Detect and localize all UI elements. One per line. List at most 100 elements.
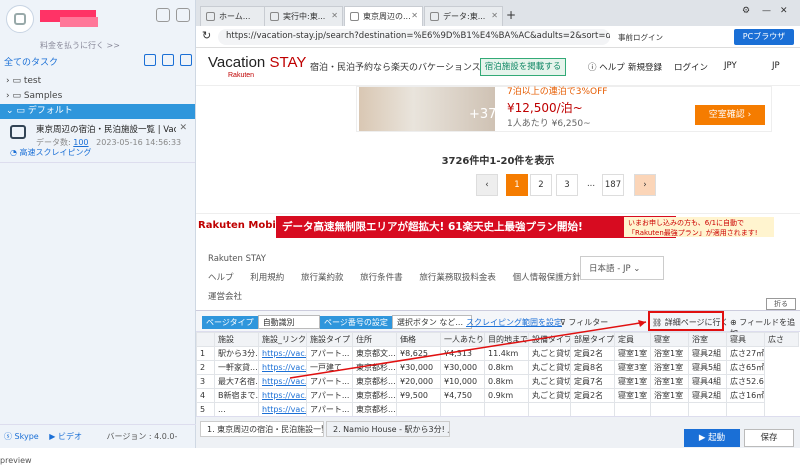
table-row[interactable]: 1駅から3分...https://vac...アパート...東京都文...¥8,… bbox=[196, 346, 799, 361]
page-tab-1[interactable]: 1. 東京周辺の宿泊・民泊施設一覧... bbox=[200, 421, 324, 437]
page-type-select[interactable]: ページタイプ 自動識別 bbox=[202, 315, 320, 329]
highlight-box bbox=[648, 311, 724, 331]
col-header[interactable]: 設備タイプ bbox=[528, 332, 571, 347]
tab-tokyo[interactable]: 東京周辺の... ✕ bbox=[344, 6, 423, 26]
next-page-button[interactable]: › bbox=[634, 174, 656, 196]
close-icon[interactable]: ✕ bbox=[411, 11, 418, 20]
table-cell: https://vac... bbox=[258, 374, 307, 389]
footer-link-help[interactable]: ヘルプ bbox=[208, 273, 234, 283]
table-cell bbox=[528, 402, 571, 416]
login-link[interactable]: ログイン bbox=[674, 61, 708, 73]
page-tab-2[interactable]: 2. Namio House - 駅から3分! 上... bbox=[326, 421, 450, 437]
col-header[interactable] bbox=[196, 332, 215, 347]
currency-select[interactable]: JPY bbox=[724, 61, 737, 71]
table-cell: 広さ52.64㎡ bbox=[726, 374, 765, 389]
settings-icon[interactable]: ⚙ bbox=[742, 6, 750, 16]
col-header[interactable]: 施設_リンク bbox=[258, 332, 307, 347]
price: ¥12,500/泊~ bbox=[507, 101, 583, 115]
scrape-range-link[interactable]: スクレイピング範囲を設定 bbox=[466, 317, 562, 328]
pc-browser-button[interactable]: PCブラウザ bbox=[734, 29, 794, 45]
help-link[interactable]: ⓘ ヘルプ bbox=[588, 61, 625, 73]
signup-link[interactable]: 新規登録 bbox=[628, 61, 662, 73]
redacted-username-part bbox=[60, 17, 98, 27]
page-number-select[interactable]: ページ番号の設定 選択ボタン など... bbox=[320, 315, 472, 329]
listing-card[interactable]: +37 7泊以上の連泊で3%OFF ¥12,500/泊~ 1人あたり ¥6,25… bbox=[356, 86, 772, 132]
listing-photo[interactable]: +37 bbox=[359, 87, 496, 131]
table-row[interactable]: 4B新宿まで...https://vac...アパート...東京都杉...¥9,… bbox=[196, 388, 799, 403]
footer-link-conditions[interactable]: 旅行条件書 bbox=[360, 273, 403, 283]
col-header[interactable]: 施設 bbox=[214, 332, 259, 347]
run-button[interactable]: ▶ 起動 bbox=[684, 429, 740, 447]
filter-button[interactable]: ⊽ フィルター bbox=[560, 317, 608, 328]
close-window-icon[interactable]: ✕ bbox=[780, 6, 788, 16]
table-cell bbox=[688, 402, 727, 416]
tab-running[interactable]: 実行中:東... ✕ bbox=[264, 6, 343, 26]
promo-banner[interactable]: Rakuten Mobile データ高速無制限エリアが超拡大! 61楽天史上最強… bbox=[196, 213, 800, 239]
table-cell: https://vac... bbox=[258, 402, 307, 416]
reload-icon[interactable]: ↻ bbox=[202, 29, 211, 42]
video-link[interactable]: ▶ ビデオ bbox=[49, 432, 82, 441]
skype-link[interactable]: ⓢ Skype bbox=[4, 432, 39, 441]
footer-language-select[interactable]: 日本語 - JP ⌄ bbox=[580, 256, 664, 280]
all-tasks-label[interactable]: 全てのタスク bbox=[4, 55, 58, 68]
upgrade-link[interactable]: 料金を払うに行く >> bbox=[40, 40, 120, 51]
col-header[interactable]: 定員 bbox=[614, 332, 651, 347]
table-cell: 定員2名 bbox=[570, 346, 615, 361]
page-1[interactable]: 1 bbox=[506, 174, 528, 196]
col-header[interactable]: 部屋タイプ bbox=[570, 332, 615, 347]
table-cell: ¥9,500 bbox=[396, 388, 441, 403]
new-folder-icon[interactable] bbox=[180, 54, 192, 66]
table-row[interactable]: 2一軒家貸...https://vac...一戸建て東京都杉...¥30,000… bbox=[196, 360, 799, 375]
check-availability-button[interactable]: 空室確認 › bbox=[695, 105, 765, 125]
table-row[interactable]: 3最大7名宿...https://vac...アパート...東京都杉...¥20… bbox=[196, 374, 799, 389]
save-button[interactable]: 保存 bbox=[744, 429, 794, 447]
table-cell: 寝室1室 bbox=[614, 374, 651, 389]
col-header[interactable]: 浴室 bbox=[688, 332, 727, 347]
table-cell: 一戸建て bbox=[306, 360, 353, 375]
close-icon[interactable]: ✕ bbox=[491, 11, 498, 20]
menu-icon[interactable] bbox=[176, 8, 190, 22]
page-2[interactable]: 2 bbox=[530, 174, 552, 196]
pre-login-button[interactable]: 事前ログイン bbox=[618, 32, 663, 43]
task-item[interactable]: 東京周辺の宿泊・民泊施設一覧 | Vacation データ数: 100 2023… bbox=[0, 119, 195, 163]
settings-icon[interactable] bbox=[156, 8, 170, 22]
close-icon[interactable]: ✕ bbox=[331, 11, 338, 20]
table-cell: 東京都杉... bbox=[352, 388, 397, 403]
fold-button[interactable]: 折る bbox=[766, 298, 796, 310]
col-header[interactable]: 施設タイプ bbox=[306, 332, 353, 347]
site-logo[interactable]: Vacation STAY Rakuten bbox=[208, 54, 306, 79]
close-icon[interactable]: ✕ bbox=[179, 123, 187, 133]
footer-link-fees[interactable]: 旅行業務取扱料金表 bbox=[419, 273, 496, 283]
col-header[interactable]: 一人あたり bbox=[440, 332, 485, 347]
col-header[interactable]: 目的地まで bbox=[484, 332, 529, 347]
footer-link-privacy[interactable]: 個人情報保護方針 bbox=[513, 273, 581, 283]
tree-item-default[interactable]: ⌄ ▭ デフォルト bbox=[0, 104, 195, 119]
new-task-icon[interactable] bbox=[144, 54, 156, 66]
footer-link-agreement[interactable]: 旅行業約款 bbox=[301, 273, 344, 283]
url-field[interactable]: https://vacation-stay.jp/search?destinat… bbox=[218, 29, 610, 45]
footer-link-terms[interactable]: 利用規約 bbox=[250, 273, 284, 283]
tab-data[interactable]: データ:東... ✕ bbox=[424, 6, 503, 26]
prev-page-button[interactable]: ‹ bbox=[476, 174, 498, 196]
col-header[interactable]: 広さ bbox=[764, 332, 799, 347]
col-header[interactable]: 住所 bbox=[352, 332, 397, 347]
page-3[interactable]: 3 bbox=[556, 174, 578, 196]
list-property-button[interactable]: 宿泊施設を掲載する bbox=[480, 58, 566, 76]
bottom-bar: 1. 東京周辺の宿泊・民泊施設一覧... 2. Namio House - 駅か… bbox=[196, 416, 800, 448]
col-header[interactable]: 寝室 bbox=[650, 332, 689, 347]
page-187[interactable]: 187 bbox=[602, 174, 624, 196]
tree-item-test[interactable]: › ▭ test bbox=[0, 74, 195, 89]
col-header[interactable]: 寝具 bbox=[726, 332, 765, 347]
table-cell: 2 bbox=[196, 360, 215, 375]
footer-link-company[interactable]: 運営会社 bbox=[208, 290, 788, 302]
import-icon[interactable] bbox=[162, 54, 174, 66]
col-header[interactable]: 価格 bbox=[396, 332, 441, 347]
table-cell: ¥30,000 bbox=[396, 360, 441, 375]
new-tab-icon[interactable]: + bbox=[506, 8, 516, 22]
avatar[interactable] bbox=[6, 5, 34, 33]
table-row[interactable]: 5...https://vac...アパート...東京都杉... bbox=[196, 402, 799, 416]
language-select[interactable]: JP bbox=[772, 61, 780, 71]
tree-item-samples[interactable]: › ▭ Samples bbox=[0, 89, 195, 104]
minimize-icon[interactable]: — bbox=[762, 6, 771, 16]
table-cell: 広さ27㎡ bbox=[726, 346, 765, 361]
